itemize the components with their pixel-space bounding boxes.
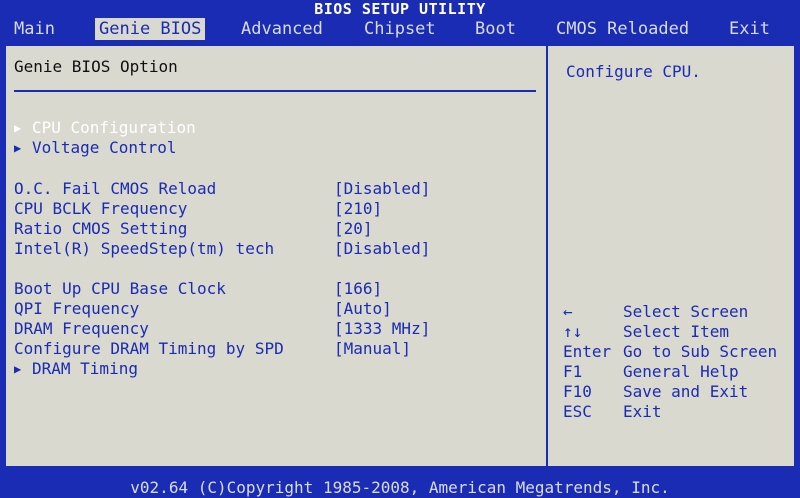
setting-label[interactable]: DRAM Frequency (14, 319, 149, 338)
key-label: ← (563, 302, 573, 321)
setting-value[interactable]: [Disabled] (334, 179, 430, 198)
key-label: F10 (563, 382, 592, 401)
submenu-dram-timing[interactable]: ▶ DRAM Timing (14, 359, 138, 378)
tab-exit[interactable]: Exit (729, 18, 770, 40)
section-divider (14, 90, 536, 92)
key-description: Select Item (623, 322, 729, 341)
key-label: ↑↓ (563, 322, 583, 341)
window-title: BIOS SETUP UTILITY (314, 0, 486, 18)
copyright-footer: v02.64 (C)Copyright 1985-2008, American … (130, 478, 670, 497)
setting-value[interactable]: [Manual] (334, 339, 411, 358)
triangle-right-icon: ▶ (14, 362, 22, 376)
help-description: Configure CPU. (566, 62, 701, 81)
tab-cmos-reloaded[interactable]: CMOS Reloaded (556, 18, 689, 40)
setting-label[interactable]: O.C. Fail CMOS Reload (14, 179, 216, 198)
key-label: Enter (563, 342, 612, 361)
setting-label[interactable]: Configure DRAM Timing by SPD (14, 339, 284, 358)
submenu-voltage-control[interactable]: ▶ Voltage Control (14, 138, 177, 157)
setting-value[interactable]: [1333 MHz] (334, 319, 430, 338)
key-label: F1 (563, 362, 583, 381)
tab-genie-bios[interactable]: Genie BIOS (95, 18, 206, 40)
tab-advanced[interactable]: Advanced (241, 18, 323, 40)
tab-chipset[interactable]: Chipset (364, 18, 436, 40)
key-description: Go to Sub Screen (623, 342, 778, 361)
setting-label[interactable]: CPU BCLK Frequency (14, 199, 187, 218)
key-description: Save and Exit (623, 382, 749, 401)
section-title: Genie BIOS Option (14, 57, 178, 76)
triangle-right-icon: ▶ (14, 121, 22, 135)
tab-boot[interactable]: Boot (475, 18, 516, 40)
setting-label[interactable]: Boot Up CPU Base Clock (14, 279, 226, 298)
setting-label[interactable]: Intel(R) SpeedStep(tm) tech (14, 239, 274, 258)
triangle-right-icon: ▶ (14, 141, 22, 155)
setting-label[interactable]: QPI Frequency (14, 299, 139, 318)
tab-main[interactable]: Main (14, 18, 55, 40)
setting-value[interactable]: [Disabled] (334, 239, 430, 258)
panel-divider (546, 44, 548, 468)
key-description: Exit (623, 402, 662, 421)
setting-value[interactable]: [210] (334, 199, 382, 218)
submenu-cpu-configuration[interactable]: ▶ CPU Configuration (14, 118, 196, 137)
setting-value[interactable]: [Auto] (334, 299, 392, 318)
setting-value[interactable]: [166] (334, 279, 382, 298)
key-description: General Help (623, 362, 739, 381)
menu-bar: Main Genie BIOS Advanced Chipset Boot CM… (0, 18, 800, 40)
key-label: ESC (563, 402, 592, 421)
setting-label[interactable]: Ratio CMOS Setting (14, 219, 187, 238)
setting-value[interactable]: [20] (334, 219, 373, 238)
key-description: Select Screen (623, 302, 749, 321)
